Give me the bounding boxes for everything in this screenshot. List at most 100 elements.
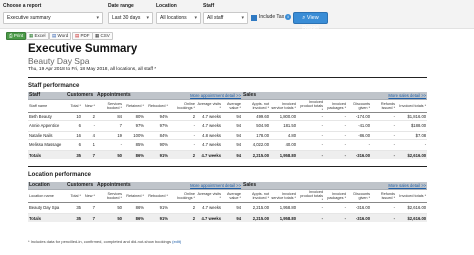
more-sales-detail-link[interactable]: More sales detail >> [324,182,428,190]
column-header[interactable]: Average value * [222,189,243,204]
column-header[interactable]: Average visits * [196,99,223,114]
table-cell: 50 [96,213,123,222]
table-cell: 94 [222,112,243,122]
table-cell: - [297,112,325,122]
column-header[interactable]: Invoiced product totals * [297,189,325,204]
table-cell: $2,616.00 [396,213,428,222]
column-header[interactable]: Retained * [123,99,145,114]
table-cell: 50 [96,202,123,215]
column-header[interactable]: New * [82,189,96,204]
column-header[interactable]: Invoiced service totals * [270,189,298,204]
group-sales: Sales [242,92,325,100]
table-cell: 4.8 weeks [196,131,223,141]
column-header[interactable]: Discounts given * [347,189,372,204]
column-header[interactable]: Appts. not invoiced * [242,189,271,204]
table-cell: - [324,202,348,215]
staff-select[interactable]: All staff ▾ [203,12,248,24]
column-header[interactable]: Appts. not invoiced * [242,99,271,114]
column-header[interactable]: Location name [28,189,66,204]
column-header[interactable]: Total * [66,99,82,114]
table-cell: 16 [66,131,82,141]
export-word-button[interactable]: ▤ Word [49,32,72,40]
staff-name-cell[interactable]: Beth Beauty [28,112,66,122]
column-header[interactable]: Invoiced totals * [396,99,428,114]
table-row[interactable]: Melissa Massage 6 1 - 85% 90% - 4.7 week… [28,139,428,152]
staff-name-cell[interactable]: Melissa Massage [28,139,66,152]
staff-performance-table: Staff Customers Appointments More appoin… [28,92,428,159]
more-sales-detail-link[interactable]: More sales detail >> [324,92,428,100]
column-header[interactable]: Retained * [123,189,145,204]
view-report-button[interactable]: ⌕ View Report [293,12,328,31]
staff-label: Staff [203,3,215,9]
table-cell: - [82,120,96,133]
table-cell: -316.00 [347,213,372,222]
export-pdf-button[interactable]: ▤ PDF [72,32,93,40]
table-cell: 94 [222,139,243,152]
table-cell: 19 [96,131,123,141]
column-header[interactable]: Invoiced packages * [324,189,348,204]
table-row[interactable]: Annie Appentice 6 - 7 97% 97% - 4.7 week… [28,120,428,133]
report-select[interactable]: Executive summary ▾ [3,12,103,24]
location-section-title: Location performance [28,172,92,178]
table-cell: 100% [123,131,145,141]
column-header[interactable]: Online bookings * [169,189,197,204]
table-cell: 35 [66,150,82,159]
column-header[interactable]: Rebooked * [145,189,170,204]
more-appointment-detail-link[interactable]: More appointment detail >> [169,92,243,100]
table-cell: - [324,120,348,133]
date-range-label: Date range [108,3,134,9]
table-row[interactable]: Beauty Day Spa 35 7 50 86% 91% 2 4.7 wee… [28,202,428,215]
column-header[interactable]: Invoiced totals * [396,189,428,204]
table-row[interactable]: Beth Beauty 10 2 84 80% 94% 2 4.7 weeks … [28,112,428,122]
column-header[interactable]: Invoiced service totals * [270,99,298,114]
chevron-down-icon: ▾ [241,15,244,21]
location-name-cell[interactable]: Beauty Day Spa [28,202,66,215]
column-header[interactable]: Average visits * [196,189,223,204]
date-range-select[interactable]: Last 30 days ▾ [108,12,153,24]
table-cell: 80% [123,112,145,122]
location-select[interactable]: All locations ▾ [156,12,201,24]
column-header[interactable]: Refunds issued * [371,99,397,114]
table-cell: - [297,131,325,141]
column-header[interactable]: Average value * [222,99,243,114]
more-appointment-detail-link[interactable]: More appointment detail >> [169,182,243,190]
staff-name-cell[interactable]: Natalie Nails [28,131,66,141]
include-tax-checkbox[interactable] [251,15,257,21]
footnote-edit-link[interactable]: (edit) [172,239,181,244]
column-header[interactable]: Invoiced packages * [324,99,348,114]
print-button[interactable]: ⎙ Print [6,32,27,40]
report-title: Executive Summary [28,43,138,55]
table-cell: 4.80 [270,131,298,141]
report-filter-bar: Choose a report Executive summary ▾ Date… [0,0,474,31]
table-cell: $2,616.00 [396,150,428,159]
report-select-value: Executive summary [7,15,51,21]
table-cell: 1,958.80 [270,202,298,215]
table-cell: Totals [28,213,66,222]
info-icon[interactable]: i [285,14,291,20]
column-header[interactable]: Total * [66,189,82,204]
column-header[interactable]: Staff name [28,99,66,114]
staff-name-cell[interactable]: Annie Appentice [28,120,66,133]
export-excel-button[interactable]: ▦ Excel [26,32,49,40]
column-header[interactable]: New * [82,99,96,114]
export-csv-button[interactable]: ▦ CSV [92,32,113,40]
totals-row: Totals 35 7 50 86% 91% 2 4.7 weeks 94 2,… [28,150,428,159]
column-header[interactable]: Services booked * [96,99,123,114]
table-cell: 10 [66,112,82,122]
table-cell: 6 [66,120,82,133]
table-cell: 86% [123,150,145,159]
column-header[interactable]: Invoiced product totals * [297,99,325,114]
table-row[interactable]: Natalie Nails 16 4 19 100% 84% - 4.8 wee… [28,131,428,141]
table-cell: $7.08 [396,131,428,141]
column-header[interactable]: Discounts given * [347,99,372,114]
table-cell: 94 [222,131,243,141]
table-cell: - [324,150,348,159]
column-header[interactable]: Services booked * [96,189,123,204]
table-cell: 50 [96,150,123,159]
column-header[interactable]: Online bookings * [169,99,197,114]
column-header[interactable]: Rebooked * [145,99,170,114]
column-header[interactable]: Refunds issued * [371,189,397,204]
table-cell: 181.50 [270,120,298,133]
table-cell: - [297,213,325,222]
table-group-header: Staff Customers Appointments More appoin… [28,92,428,100]
